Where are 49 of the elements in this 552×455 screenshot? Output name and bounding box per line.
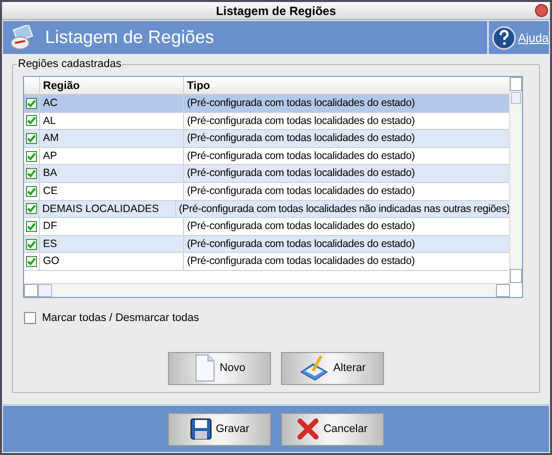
checkbox-label[interactable]: Marcar todas / Desmarcar todas [42,310,200,326]
table-cell-text: (Pré-configurada com todas localidades do estado) [186,219,416,234]
table-cell: AC [40,95,184,112]
checkbox[interactable] [26,168,37,180]
table-cell-text: (Pré-configurada com todas localidades do estado) [186,148,416,164]
checkbox[interactable] [26,186,37,197]
vertical-scrollbar[interactable] [509,77,522,283]
table-cell-text: (Pré-configurada com todas localidades do estado) [186,184,416,199]
checkbox[interactable] [26,132,37,144]
document-icon [194,354,216,382]
window-title: Listagem de Regiões [216,2,336,20]
table-cell: BA [40,165,184,182]
checkbox[interactable] [26,150,37,162]
checkbox[interactable] [26,203,37,214]
new-button[interactable]: Novo [168,352,271,384]
checkbox[interactable] [26,256,37,268]
table-cell-text: (Pré-configurada com todas localidades do estado) [186,236,416,252]
table-cell-text: (Pré-configurada com todas localidades do estado) [186,166,416,182]
table-cell: AP [40,148,184,164]
save-button[interactable]: Gravar [168,412,271,446]
column-header[interactable]: Tipo [184,77,510,94]
table-cell-text: (Pré-configurada com todas localidades do estado) [186,114,416,129]
cancel-button[interactable]: Cancelar [281,412,384,446]
table-cell-text: (Pré-configurada com todas localidades do estado) [186,131,416,146]
checkbox[interactable] [24,312,36,324]
table-cell: ES [40,236,184,252]
group-title: Regiões cadastradas [17,58,122,70]
table-cell-text: (Pré-configurada com todas localidades não indicadas nas outras regiões) [178,202,510,217]
edit-button[interactable]: Alterar [281,352,384,384]
close-icon[interactable] [535,4,548,17]
cross-icon [297,418,320,440]
compass-map-icon [9,24,35,50]
checkbox[interactable] [26,98,37,109]
table-cell: DEMAIS LOCALIDADES [39,200,176,218]
table-cell: CE [40,182,184,200]
pencil-pad-icon [299,354,330,382]
table-cell: AL [40,112,184,130]
horizontal-scrollbar[interactable] [24,283,510,297]
header-title: Listagem de Regiões [45,26,214,49]
checkbox[interactable] [26,115,37,126]
table-cell-text: (Pré-configurada com todas localidades do estado) [186,254,416,270]
table-cell: GO [40,253,184,270]
checkbox[interactable] [26,220,37,232]
table-cell: DF [40,218,184,235]
help-icon[interactable] [492,26,516,50]
table-cell: AM [40,130,184,147]
checkbox[interactable] [26,238,37,250]
table-cell-text: (Pré-configurada com todas localidades do estado) [186,96,416,111]
column-header[interactable]: Região [40,77,184,94]
